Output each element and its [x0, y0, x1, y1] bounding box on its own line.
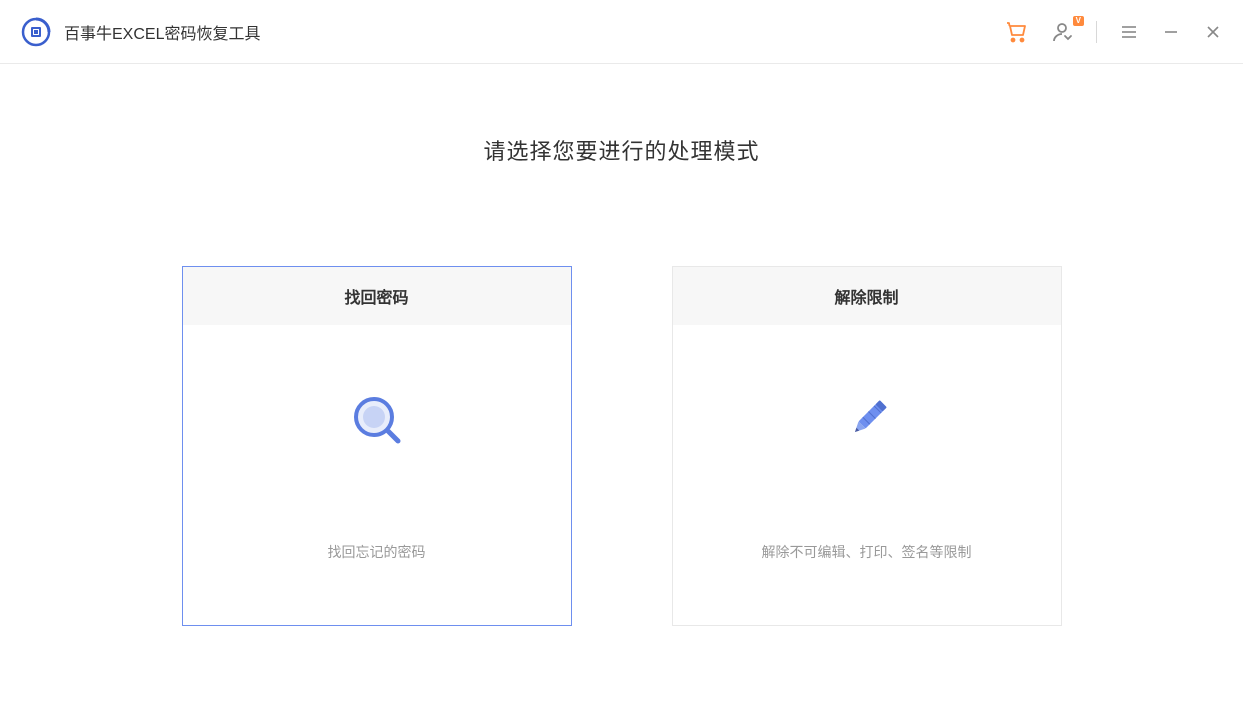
- minimize-icon[interactable]: [1161, 22, 1181, 42]
- card-body: 找回忘记的密码: [183, 325, 571, 625]
- app-logo: [20, 16, 52, 48]
- titlebar-left: 百事牛EXCEL密码恢复工具: [20, 16, 260, 48]
- titlebar: 百事牛EXCEL密码恢复工具 V: [0, 0, 1243, 64]
- card-title: 找回密码: [183, 267, 571, 325]
- close-icon[interactable]: [1203, 22, 1223, 42]
- pencil-icon: [835, 388, 899, 452]
- page-heading: 请选择您要进行的处理模式: [483, 134, 759, 166]
- card-desc: 找回忘记的密码: [328, 542, 426, 562]
- magnifier-icon: [345, 388, 409, 452]
- divider: [1096, 21, 1097, 43]
- app-title: 百事牛EXCEL密码恢复工具: [64, 20, 260, 44]
- menu-icon[interactable]: [1119, 22, 1139, 42]
- card-body: 解除不可编辑、打印、签名等限制: [673, 325, 1061, 625]
- card-desc: 解除不可编辑、打印、签名等限制: [762, 542, 972, 562]
- user-icon[interactable]: V: [1050, 20, 1074, 44]
- card-title: 解除限制: [673, 267, 1061, 325]
- card-remove-restriction[interactable]: 解除限制 解除不可编辑、打印: [672, 266, 1062, 626]
- card-recover-password[interactable]: 找回密码 找回忘记的密码: [182, 266, 572, 626]
- main: 请选择您要进行的处理模式 找回密码 找回忘记的密码 解除限制: [0, 64, 1243, 626]
- vip-badge: V: [1073, 16, 1084, 26]
- cart-icon[interactable]: [1004, 20, 1028, 44]
- cards-container: 找回密码 找回忘记的密码 解除限制: [182, 266, 1062, 626]
- titlebar-right: V: [1004, 20, 1223, 44]
